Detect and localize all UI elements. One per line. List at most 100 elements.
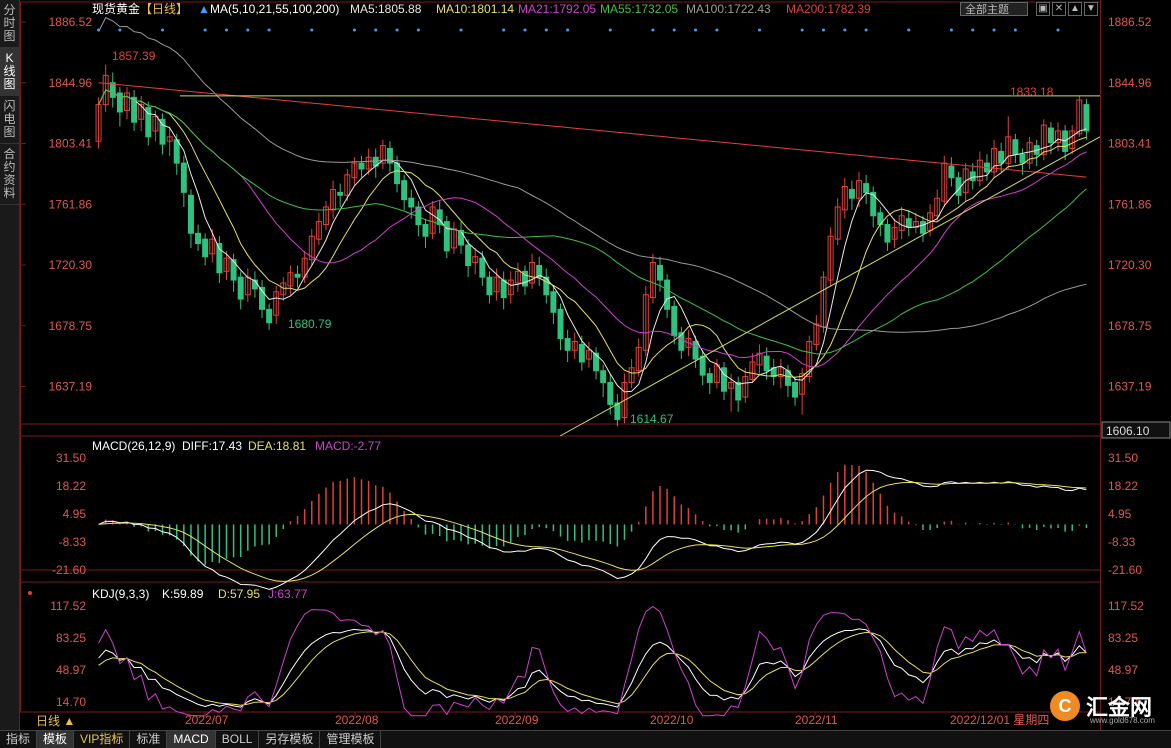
signal-dot [907, 28, 911, 32]
candle-body [479, 257, 486, 278]
candle-body [173, 139, 180, 164]
candle-body [706, 373, 713, 383]
ma-line-1 [98, 89, 1087, 378]
cursor-date-label: 2022/12/01 星期四 [950, 713, 1049, 727]
price-axis-left-label-5: 1678.75 [49, 319, 93, 333]
candle-body [557, 308, 564, 340]
signal-dot [843, 28, 847, 32]
signal-dot [566, 28, 570, 32]
price-axis-label-3: 1761.86 [1108, 197, 1152, 211]
macd-axis-1: 18.22 [1108, 479, 1138, 493]
kdj-j: J:63.77 [268, 587, 308, 601]
kdj-k-line [98, 628, 1087, 708]
macd-dea: DEA:18.81 [248, 439, 306, 453]
macd-diff: DIFF:17.43 [182, 439, 242, 453]
toolbar-tab-4[interactable]: MACD [167, 731, 216, 748]
time-axis-label-4: 2022/11 [795, 713, 838, 727]
toolbar-tab-1[interactable]: 模板 [37, 731, 75, 748]
toolbar-tab-0[interactable]: 指标 [0, 731, 38, 748]
candle-body [1047, 127, 1054, 144]
signal-dot [544, 28, 548, 32]
candle-body [763, 355, 770, 372]
maximize-icon[interactable]: ▣ [1036, 2, 1050, 16]
signal-dot [1056, 28, 1060, 32]
theme-select[interactable]: 全部主题 [960, 2, 1028, 16]
candle-body [237, 276, 244, 300]
ma-value-3: MA55:1732.05 [600, 2, 678, 16]
rising-trendline [559, 136, 1101, 437]
signal-dot [310, 28, 314, 32]
candle-body [600, 370, 607, 383]
period-button[interactable]: 日线 ▲ [30, 713, 81, 730]
candle-body [969, 171, 976, 182]
ma-value-0: MA5:1805.88 [350, 2, 422, 16]
candle-body [1019, 153, 1026, 164]
kdj-axis-left-1: 83.25 [56, 631, 86, 645]
last-price-label: 1606.10 [1106, 424, 1150, 438]
candle-body [337, 191, 344, 196]
candle-body [180, 162, 187, 193]
ma-line-4 [98, 17, 1087, 333]
time-axis-label-1: 2022/08 [335, 713, 379, 727]
candle-body [408, 197, 415, 208]
macd-title: MACD(26,12,9) [92, 439, 175, 453]
chart-area[interactable]: 1886.52 1886.52 1844.96 1844.96 1803.41 1803.… [20, 0, 1171, 730]
logo-mark-icon: C [1050, 691, 1080, 721]
toolbar-tab-6[interactable]: 另存模板 [259, 731, 321, 748]
signal-dot [267, 28, 271, 32]
ma-config-icon: ▲ [198, 2, 210, 16]
signal-dot [203, 28, 207, 32]
candle-body [607, 381, 614, 405]
kdj-axis-left-0: 117.52 [50, 599, 86, 613]
candle-body [905, 218, 912, 228]
toolbar-tab-7[interactable]: 管理模板 [320, 731, 382, 748]
signal-dot [1013, 28, 1017, 32]
signal-dot [800, 28, 804, 32]
candle-body [848, 188, 855, 199]
candle-body [187, 194, 194, 234]
price-axis-left-label-3: 1761.86 [49, 197, 93, 211]
candle-body [578, 343, 585, 363]
sidebar-tab-1[interactable]: K线图 [0, 48, 19, 96]
signal-dot [758, 28, 762, 32]
signal-dot [992, 28, 996, 32]
kdj-axis-1: 83.25 [1108, 631, 1138, 645]
annotation-high: 1857.39 [112, 49, 156, 63]
price-axis-left-label-6: 1637.19 [49, 380, 93, 394]
signal-dot [97, 28, 101, 32]
sidebar-tab-2[interactable]: 闪电图 [0, 96, 19, 144]
ma-value-1: MA10:1801.14 [436, 2, 514, 16]
panel-frame-0 [20, 1, 1101, 437]
candle-body [792, 381, 799, 398]
signal-dot [416, 28, 420, 32]
signal-dot [118, 28, 122, 32]
signal-dot [224, 28, 228, 32]
candle-body [394, 162, 401, 185]
scroll-down-icon[interactable]: ▼ [1084, 2, 1098, 16]
bottom-toolbar: 日线 ▲ 指标 模板 VIP指标 标准 MACD BOLL 另存模板 管理模板 [0, 714, 1171, 748]
toolbar-tab-5[interactable]: BOLL [216, 731, 260, 748]
signal-dot [949, 28, 953, 32]
signal-dot [971, 28, 975, 32]
time-axis-label-3: 2022/10 [650, 713, 694, 727]
candle-body [735, 381, 742, 401]
candle-body [109, 82, 116, 98]
kdj-k: K:59.89 [162, 587, 204, 601]
annotation-recent-high: 1833.18 [1010, 85, 1054, 99]
candle-body [692, 340, 699, 360]
macd-value: MACD:-2.77 [315, 439, 381, 453]
toolbar-tab-2[interactable]: VIP指标 [74, 731, 131, 748]
sidebar-tab-0[interactable]: 分时图 [0, 0, 19, 48]
signal-dot [352, 28, 356, 32]
close-icon[interactable]: ✕ [1052, 2, 1066, 16]
candle-body [486, 276, 493, 296]
price-axis-label-5: 1678.75 [1108, 319, 1152, 333]
price-axis-label-2: 1803.41 [1108, 137, 1152, 151]
annotation-low1: 1680.79 [288, 317, 332, 331]
price-axis-label-4: 1720.30 [1108, 258, 1152, 272]
scroll-up-icon[interactable]: ▲ [1068, 2, 1082, 16]
signal-dot [651, 28, 655, 32]
toolbar-tab-3[interactable]: 标准 [130, 731, 168, 748]
candle-body [664, 279, 671, 310]
sidebar-tab-3[interactable]: 合约资料 [0, 144, 19, 205]
